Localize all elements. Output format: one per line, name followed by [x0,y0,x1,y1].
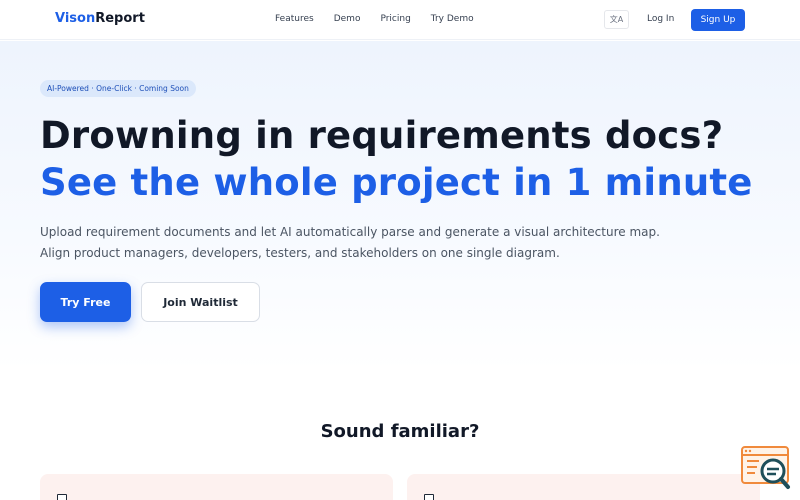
navbar: VisonReport Features Demo Pricing Try De… [0,0,800,40]
logo-suffix: Report [95,11,145,26]
floating-widget-button[interactable] [740,446,792,492]
hero-badge: AI-Powered · One-Click · Coming Soon [40,80,196,97]
section-title: Sound familiar? [320,421,480,442]
signup-button[interactable]: Sign Up [691,9,745,31]
logo-prefix: Vison [55,11,96,26]
nav-link-features[interactable]: Features [275,14,314,24]
hero-headline: Drowning in requirements docs? [40,114,724,157]
nav-links: Features Demo Pricing Try Demo [275,14,494,24]
try-free-button[interactable]: Try Free [40,282,131,322]
hero-subtext-line-2: Align product managers, developers, test… [40,246,560,260]
pain-point-card [407,474,760,500]
nav-link-try-demo[interactable]: Try Demo [431,14,474,24]
nav-link-pricing[interactable]: Pricing [380,14,410,24]
hero-subtext-line-1: Upload requirement documents and let AI … [40,225,660,239]
search-window-icon [741,446,790,489]
translate-icon: 文A [609,15,624,24]
nav-link-demo[interactable]: Demo [334,14,361,24]
pain-point-card [40,474,393,500]
checkbox-icon [424,494,434,500]
checkbox-icon [57,494,67,500]
language-switch-button[interactable]: 文A [604,10,629,29]
login-link[interactable]: Log In [647,14,674,24]
hero-headline-accent: See the whole project in 1 minute [40,161,753,204]
logo[interactable]: VisonReport [55,11,145,26]
join-waitlist-button[interactable]: Join Waitlist [141,282,260,322]
hero-subtext: Upload requirement documents and let AI … [40,222,740,264]
